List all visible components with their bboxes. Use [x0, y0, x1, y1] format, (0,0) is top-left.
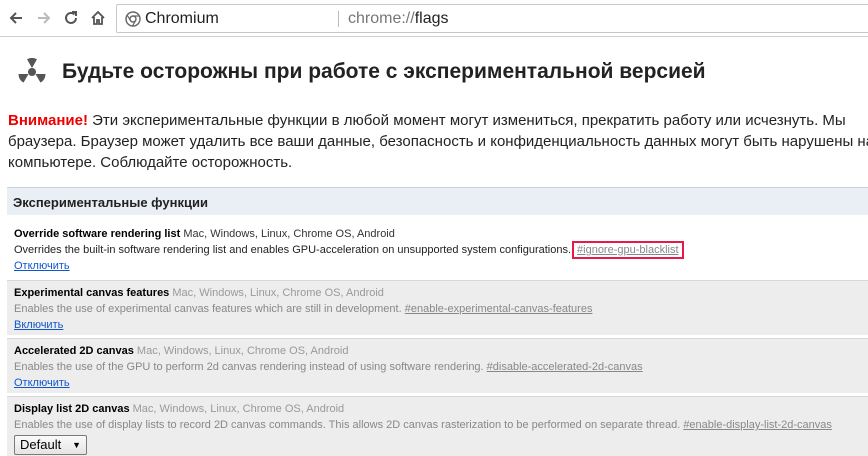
experiment-flag-link[interactable]: #ignore-gpu-blacklist	[577, 244, 679, 256]
enable-link[interactable]: Включить	[14, 317, 63, 333]
back-arrow-icon	[9, 12, 22, 24]
experiment-name: Accelerated 2D canvas	[14, 345, 134, 357]
home-icon	[91, 10, 105, 25]
chromium-logo-icon	[125, 11, 141, 27]
disable-link[interactable]: Отключить	[14, 258, 70, 274]
back-button[interactable]	[4, 6, 28, 30]
experiment-item: Display list 2D canvas Mac, Windows, Lin…	[7, 396, 868, 456]
experiment-select[interactable]: Default ▼	[14, 435, 87, 455]
experiment-flag-link[interactable]: #enable-display-list-2d-canvas	[683, 419, 832, 431]
section-title: Экспериментальные функции	[7, 187, 868, 215]
site-chip-label: Chromium	[145, 10, 219, 27]
omnibox-separator	[338, 11, 339, 27]
dropdown-arrow-icon: ▼	[72, 440, 81, 450]
address-bar[interactable]: Chromium chrome://flags	[116, 4, 868, 33]
experiment-name: Experimental canvas features	[14, 287, 170, 299]
warning-paragraph: Внимание! Эти экспериментальные функции …	[8, 110, 868, 173]
experiment-platforms: Mac, Windows, Linux, Chrome OS, Android	[183, 228, 395, 240]
experiment-name: Display list 2D canvas	[14, 403, 130, 415]
experiment-platforms: Mac, Windows, Linux, Chrome OS, Android	[172, 287, 384, 299]
url-text[interactable]: chrome://flags	[348, 10, 448, 28]
highlight-box: #ignore-gpu-blacklist	[572, 241, 684, 259]
experiment-description: Enables the use of display lists to reco…	[14, 419, 681, 431]
reload-button[interactable]	[59, 6, 83, 30]
warning-label: Внимание!	[8, 112, 88, 129]
browser-toolbar: Chromium chrome://flags	[0, 0, 868, 37]
experiment-item: Override software rendering list Mac, Wi…	[7, 222, 868, 274]
select-value: Default	[20, 437, 62, 452]
experiment-flag-link[interactable]: #disable-accelerated-2d-canvas	[487, 361, 643, 373]
experiment-description: Overrides the built-in software renderin…	[14, 244, 572, 256]
experiment-description: Enables the use of the GPU to perform 2d…	[14, 361, 484, 373]
experiment-item: Experimental canvas features Mac, Window…	[7, 280, 868, 335]
experiment-name: Override software rendering list	[14, 228, 181, 240]
forward-button[interactable]	[32, 6, 56, 30]
warning-body: Эти экспериментальные функции в любой мо…	[8, 112, 868, 171]
experiment-platforms: Mac, Windows, Linux, Chrome OS, Android	[136, 345, 349, 357]
experiment-platforms: Mac, Windows, Linux, Chrome OS, Android	[132, 403, 345, 415]
page-title: Будьте осторожны при работе с эксперимен…	[62, 60, 706, 83]
radiation-warning-icon	[18, 57, 46, 83]
reload-icon	[65, 11, 77, 24]
experiment-item: Accelerated 2D canvas Mac, Windows, Linu…	[7, 338, 868, 393]
disable-link[interactable]: Отключить	[14, 375, 70, 391]
forward-arrow-icon	[38, 12, 51, 24]
experiment-flag-link[interactable]: #enable-experimental-canvas-features	[405, 303, 593, 315]
experiment-description: Enables the use of experimental canvas f…	[14, 303, 402, 315]
home-button[interactable]	[86, 6, 110, 30]
